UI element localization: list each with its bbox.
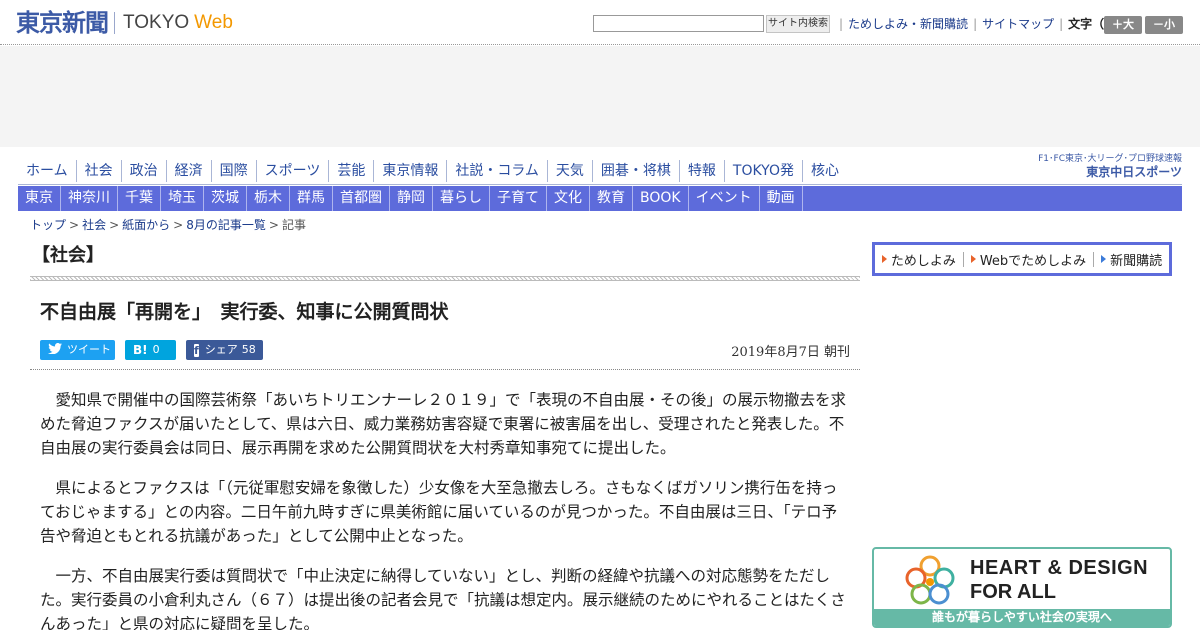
article-headline: 不自由展「再開を」 実行委、知事に公開質問状 [40,301,449,323]
subnav-saitama[interactable]: 埼玉 [161,186,204,211]
chunichi-sports-link[interactable]: F1･FC東京･大リーグ･プロ野球速報 東京中日スポーツ [1022,153,1182,181]
nav-kakushin[interactable]: 核心 [801,160,847,182]
subnav-tokyo[interactable]: 東京 [18,186,61,211]
main-nav: ホーム 社会 政治 経済 国際 スポーツ 芸能 東京情報 社説・コラム 天気 囲… [18,159,847,183]
subnav-chiba[interactable]: 千葉 [118,186,161,211]
nav-home[interactable]: ホーム [18,160,76,182]
twitter-bird-icon [48,340,62,360]
breadcrumb-separator: > [69,218,80,232]
subnav-parenting[interactable]: 子育て [490,186,547,211]
nav-editorial-column[interactable]: 社説・コラム [446,160,547,182]
chunichi-tagline: F1･FC東京･大リーグ･プロ野球速報 [1038,154,1182,164]
section-divider [30,276,860,281]
facebook-icon: f [194,343,199,357]
subnav-events[interactable]: イベント [689,186,760,211]
utility-separator: | [973,17,978,31]
nav-divider [18,184,1182,185]
article-body: 愛知県で開催中の国際芸術祭「あいちトリエンナーレ２０１９」で「表現の不自由展・そ… [40,388,850,630]
subscription-box: ためしよみ Webでためしよみ 新聞購読 [872,242,1172,276]
tweet-label: ツイート [67,343,111,356]
arrow-right-icon [970,255,976,263]
tweet-button[interactable]: ツイート [40,340,115,360]
subnav-shizuoka[interactable]: 静岡 [390,186,433,211]
hatena-count: 0 [152,343,160,356]
font-smaller-button[interactable]: －小 [1145,16,1183,34]
subnav-gunma[interactable]: 群馬 [290,186,333,211]
site-search-input[interactable] [593,15,764,32]
hatena-bookmark-button[interactable]: B! 0 [125,340,176,360]
nav-politics[interactable]: 政治 [120,160,166,182]
utility-separator: | [1059,17,1064,31]
nav-economy[interactable]: 経済 [165,160,211,182]
facebook-share-button[interactable]: f シェア 58 [186,340,263,360]
breadcrumb-separator: > [109,218,120,232]
breadcrumb-separator: > [268,218,279,232]
article-paragraph: 一方、不自由展実行委は質問状で「中止決定に納得していない」とし、判断の経緯や抗議… [40,567,846,630]
breadcrumb-from-paper[interactable]: 紙面から [122,217,170,233]
article-paragraph: 県によるとファクスは「（元従軍慰安婦を象徴した）少女像を大至急撤去しろ。さもなく… [40,479,838,545]
site-logo[interactable]: 東京新聞 TOKYO Web [16,9,233,37]
nav-tokyo-hatsu[interactable]: TOKYO発 [723,160,802,182]
logo-divider [114,12,115,34]
article-date: 2019年8月7日 朝刊 [731,345,850,360]
breadcrumb-current: 記事 [281,218,306,232]
breadcrumb-society[interactable]: 社会 [82,217,106,233]
nav-sports[interactable]: スポーツ [255,160,329,182]
nav-entertainment[interactable]: 芸能 [328,160,373,182]
breadcrumb-separator: > [173,218,184,232]
hatena-bookmark-icon: B! [133,343,148,357]
nav-tokyo-info[interactable]: 東京情報 [373,160,446,182]
link-sitemap[interactable]: サイトマップ [982,17,1054,31]
link-subscribe[interactable]: 新聞購読 [1110,250,1162,269]
link-trial-subscribe[interactable]: ためしよみ・新聞購読 [848,17,968,31]
facebook-share-label: シェア [204,343,238,356]
subnav-ibaraki[interactable]: 茨城 [204,186,247,211]
sub-nav: 東京 神奈川 千葉 埼玉 茨城 栃木 群馬 首都圏 静岡 暮らし 子育て 文化 … [18,186,1182,211]
site-search-button[interactable]: サイト内検索 [766,15,830,33]
nav-go-shogi[interactable]: 囲碁・将棋 [591,160,679,182]
subnav-culture[interactable]: 文化 [547,186,590,211]
flower-logo-icon [905,555,955,605]
logo-web-text: Web [194,12,233,33]
breadcrumb-august-list[interactable]: 8月の記事一覧 [186,217,266,233]
section-title: 【社会】 [32,245,104,266]
logo-tokyo-text: TOKYO [123,12,190,33]
article-paragraph: 愛知県で開催中の国際芸術祭「あいちトリエンナーレ２０１９」で「表現の不自由展・そ… [40,391,847,457]
article-divider [30,369,860,370]
social-share-bar: ツイート B! 0 f シェア 58 [40,340,263,360]
font-bigger-button[interactable]: ＋大 [1104,16,1142,34]
subnav-education[interactable]: 教育 [590,186,633,211]
subnav-shutoken[interactable]: 首都圏 [333,186,390,211]
arrow-right-icon [1101,255,1107,263]
link-web-trial-read[interactable]: Webでためしよみ [980,250,1086,269]
site-header: 東京新聞 TOKYO Web サイト内検索 | ためしよみ・新聞購読 | サイト… [0,0,1200,45]
nav-special-report[interactable]: 特報 [678,160,724,182]
breadcrumb: トップ > 社会 > 紙面から > 8月の記事一覧 > 記事 [30,217,306,233]
banner-title-line1: HEART & DESIGN [970,557,1149,579]
facebook-count: 58 [241,343,256,356]
logo-mark: 東京新聞 [16,8,109,37]
chunichi-logo: 東京中日スポーツ [1086,165,1182,179]
subnav-tochigi[interactable]: 栃木 [247,186,290,211]
subnav-kanagawa[interactable]: 神奈川 [61,186,118,211]
heart-design-banner[interactable]: HEART & DESIGN FOR ALL 誰もが暮らしやすい社会の実現へ [872,547,1172,628]
subscription-separator [962,251,964,267]
utility-separator: | [839,17,844,31]
utility-links: | ためしよみ・新聞購読 | サイトマップ | 文字（0） [834,17,1125,31]
nav-weather[interactable]: 天気 [546,160,592,182]
nav-international[interactable]: 国際 [210,160,256,182]
ad-banner-area [0,46,1200,147]
subscription-links: ためしよみ Webでためしよみ 新聞購読 [875,245,1169,273]
nav-society[interactable]: 社会 [75,160,121,182]
subnav-living[interactable]: 暮らし [433,186,490,211]
subnav-video[interactable]: 動画 [760,186,803,211]
subscription-separator [1093,251,1095,267]
subnav-book[interactable]: BOOK [633,186,689,211]
link-trial-read[interactable]: ためしよみ [891,250,956,269]
banner-caption: 誰もが暮らしやすい社会の実現へ [874,609,1170,626]
breadcrumb-top[interactable]: トップ [30,217,66,233]
banner-title-line2: FOR ALL [970,581,1056,603]
arrow-right-icon [881,255,887,263]
